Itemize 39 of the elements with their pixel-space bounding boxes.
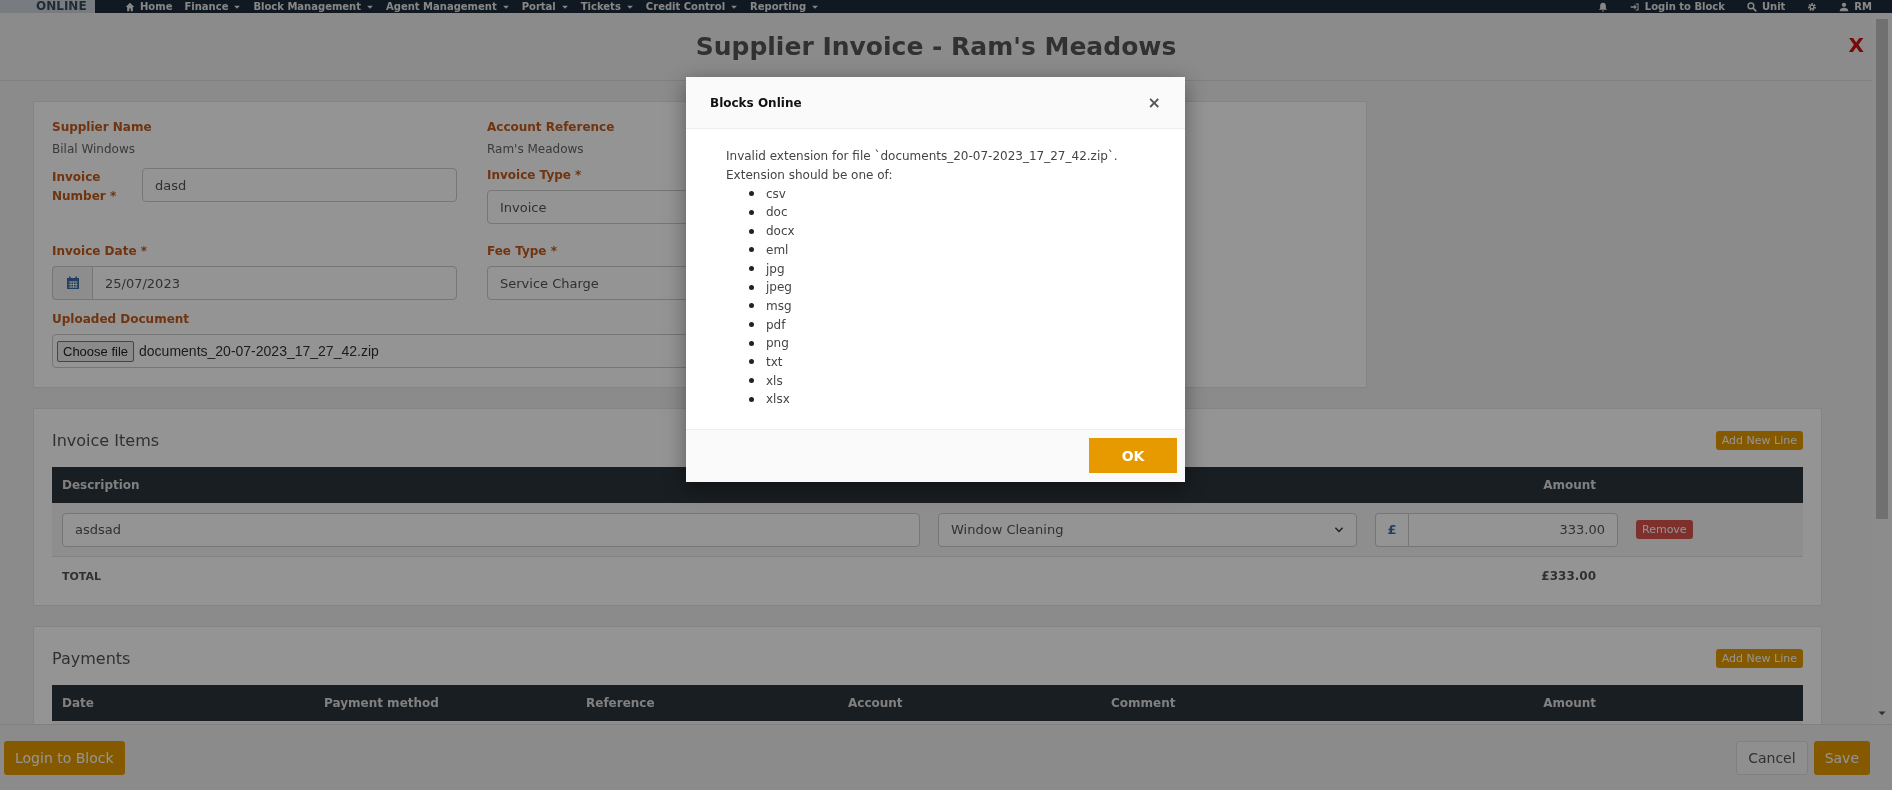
list-item: png [766,336,789,351]
list-item: jpg [766,261,785,276]
list-item: msg [766,298,792,313]
list-item: jpeg [766,280,792,295]
column-header: Comment [1110,696,1177,710]
currency-label: £ [1375,512,1408,547]
field-value: Bilal Windows [52,142,135,156]
message-text: Extension should be one of: [726,166,894,184]
field-label: Invoice Type * [487,168,582,182]
list-item: csv [766,186,786,201]
field-label: Invoice Date * [52,244,147,258]
list-item: txt [766,354,783,369]
list-item: doc [766,205,788,220]
total-value: £333.00 [1540,569,1597,583]
column-header: Reference [585,696,656,710]
field-label: Account Reference [487,120,615,134]
column-header: Account [847,696,904,710]
file-name: documents_20-07-2023_17_27_42.zip [139,343,379,359]
error-message: Invalid extension for file `documents_20-07-2023_17_27_42.zip`. [726,148,1119,165]
page-title: Supplier Invoice - Ram's Meadows [695,32,1177,61]
list-item: xlsx [766,392,790,407]
field-label: Supplier Name [52,120,152,134]
list-item: xls [766,373,783,388]
column-header: Amount [1542,696,1597,710]
column-header: Description [61,478,141,492]
field-label: Fee Type * [487,244,557,258]
dialog-title: Blocks Online [710,95,802,110]
field-value: Ram's Meadows [487,142,584,156]
column-header: Payment method [323,696,440,710]
total-label: TOTAL [61,569,103,583]
list-item: eml [766,242,789,257]
field-label: Uploaded Document [52,312,190,326]
list-item: docx [766,224,795,239]
column-header: Amount [1542,478,1597,492]
list-item: pdf [766,317,786,332]
section-title: Invoice Items [52,430,160,450]
section-title: Payments [52,648,131,668]
column-header: Date [61,696,95,710]
field-label: Invoice Number * [52,169,118,205]
